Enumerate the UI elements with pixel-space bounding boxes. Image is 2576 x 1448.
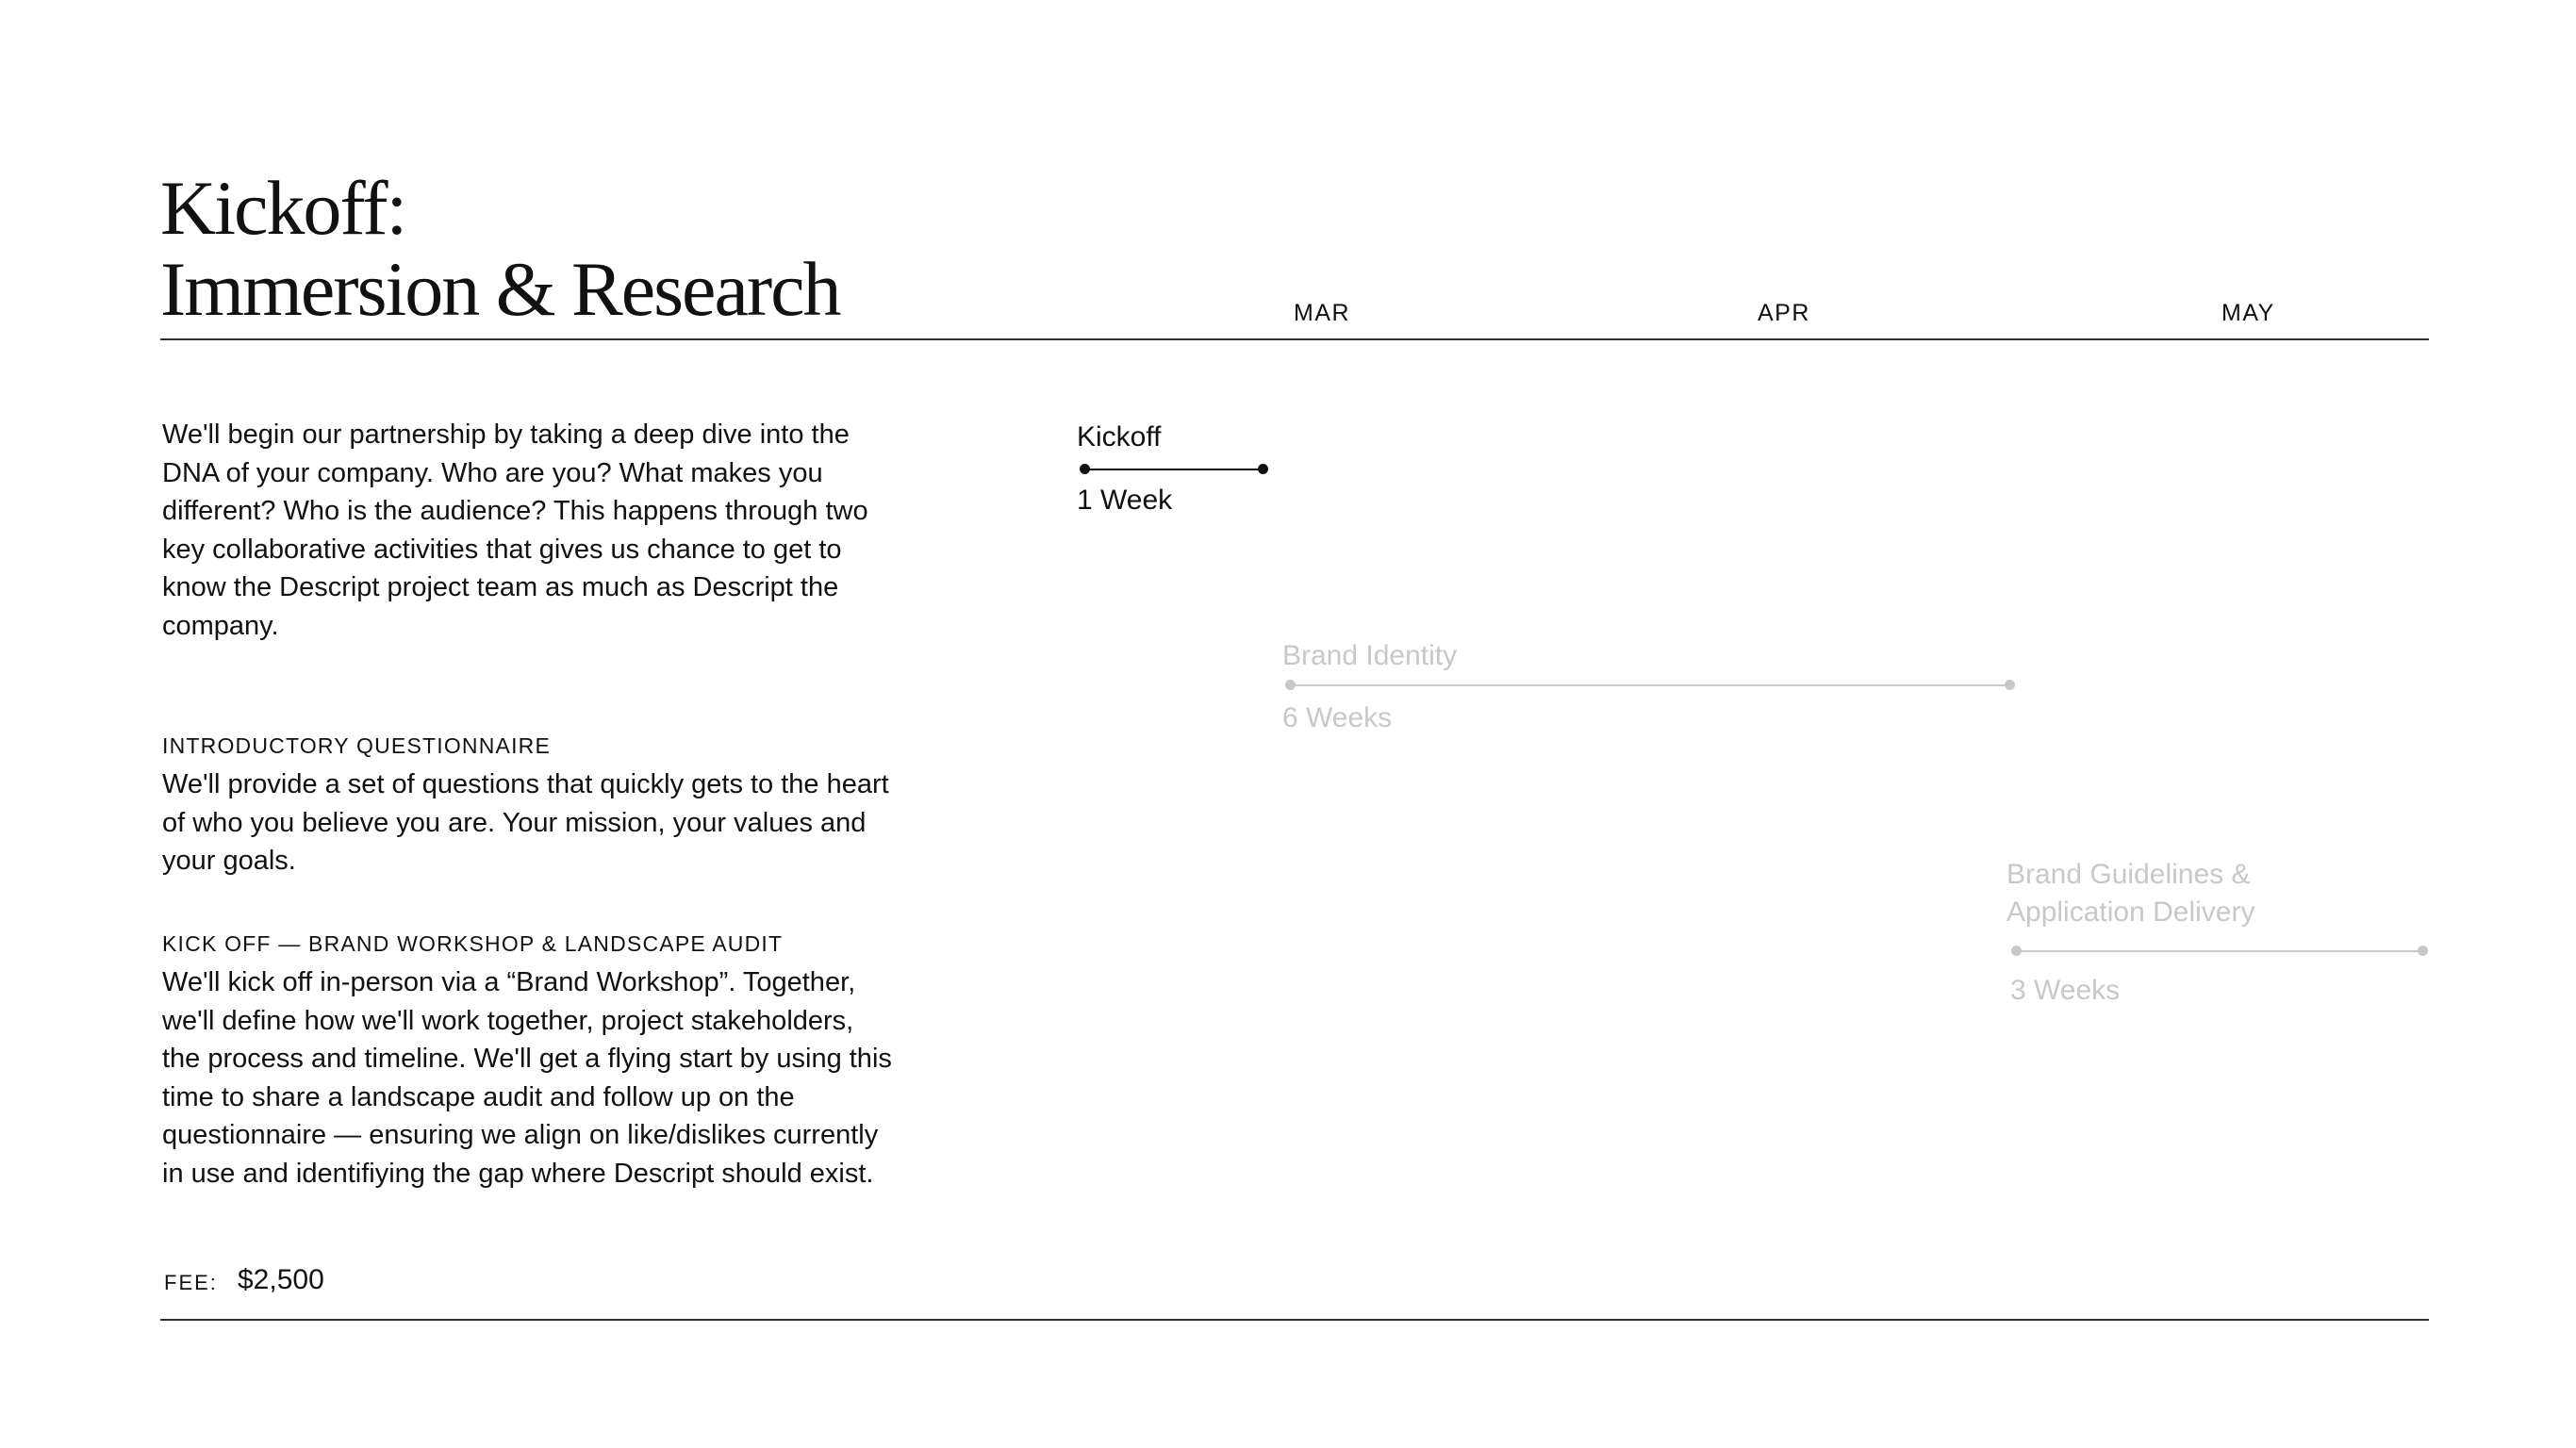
- month-label-apr: APR: [1758, 300, 1810, 326]
- header-divider: [160, 338, 2429, 340]
- fee-label: FEE:: [164, 1271, 218, 1294]
- section-body-questionnaire: We'll provide a set of questions that qu…: [162, 769, 889, 876]
- phase-brand-identity-duration: 6 Weeks: [1282, 702, 1393, 733]
- phase-guidelines-label-line-2: Application Delivery: [2006, 897, 2255, 928]
- phase-guidelines-label-line-1: Brand Guidelines &: [2006, 859, 2251, 890]
- page-title-line-1: Kickoff:: [160, 165, 407, 251]
- phase-brand-identity-label: Brand Identity: [1282, 640, 1458, 671]
- intro-paragraph: We'll begin our partnership by taking a …: [162, 420, 868, 641]
- footer-divider: [160, 1319, 2429, 1321]
- section-heading-workshop: KICK OFF — BRAND WORKSHOP & LANDSCAPE AU…: [162, 931, 784, 956]
- phase-kickoff-label: Kickoff: [1077, 421, 1162, 452]
- section-body-workshop: We'll kick off in-person via a “Brand Wo…: [162, 967, 892, 1189]
- page-title: Kickoff: Immersion & Research: [160, 165, 842, 332]
- phase-guidelines-duration: 3 Weeks: [2010, 975, 2121, 1006]
- page-title-line-2: Immersion & Research: [160, 246, 842, 332]
- section-heading-questionnaire: INTRODUCTORY QUESTIONNAIRE: [162, 733, 552, 758]
- fee-value: $2,500: [238, 1264, 324, 1295]
- phase-guidelines-label: Brand Guidelines & Application Delivery: [2006, 856, 2254, 931]
- phase-kickoff-duration: 1 Week: [1077, 485, 1173, 516]
- month-label-mar: MAR: [1294, 300, 1351, 326]
- month-label-may: MAY: [2221, 300, 2275, 326]
